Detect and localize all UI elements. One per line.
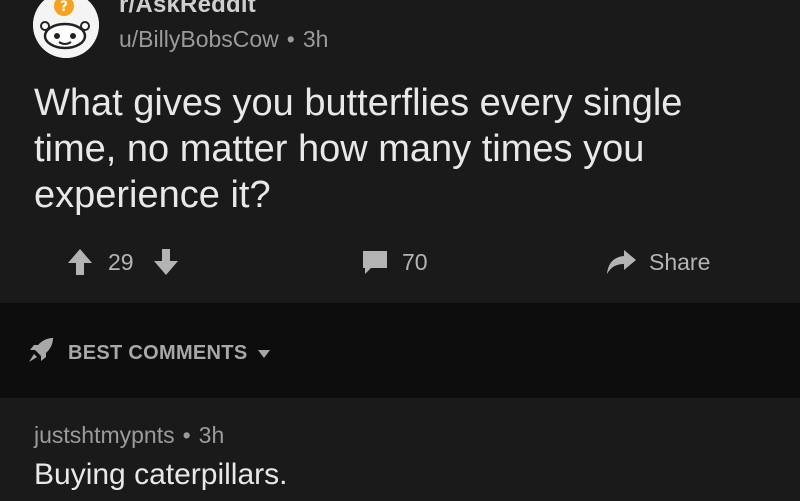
comments-button[interactable]: 70 xyxy=(360,240,428,284)
comment-author[interactable]: justshtmypnts xyxy=(34,422,175,448)
svg-text:?: ? xyxy=(60,0,68,15)
comment-meta: justshtmypnts • 3h xyxy=(34,422,224,449)
sort-dropdown[interactable]: BEST COMMENTS xyxy=(26,335,271,371)
post-card: ? r/AskReddit u/BillyBobsCow • 3h What giv… xyxy=(0,0,800,303)
comment-count: 70 xyxy=(402,248,428,275)
post-meta: u/BillyBobsCow • 3h xyxy=(119,26,328,53)
share-button[interactable]: Share xyxy=(605,240,710,284)
vote-count: 29 xyxy=(108,248,134,275)
arrow-down-icon[interactable] xyxy=(152,247,180,277)
comment-age: 3h xyxy=(198,422,225,448)
comment: justshtmypnts • 3h Buying caterpillars. xyxy=(0,398,800,501)
post-actions: 29 70 Share xyxy=(0,240,800,284)
meta-separator: • xyxy=(286,26,295,52)
comment-body: Buying caterpillars. xyxy=(34,458,288,491)
subreddit-name[interactable]: r/AskReddit xyxy=(119,0,256,19)
arrow-up-icon[interactable] xyxy=(66,247,94,277)
sort-label: BEST COMMENTS xyxy=(68,341,248,364)
comment-sort-bar: BEST COMMENTS xyxy=(0,303,800,398)
post-title[interactable]: What gives you butterflies every single … xyxy=(34,80,734,218)
rocket-icon xyxy=(26,335,56,371)
caret-down-icon xyxy=(257,342,271,365)
post-age: 3h xyxy=(302,26,329,52)
vote-controls: 29 xyxy=(66,240,180,284)
comment-bubble-icon xyxy=(360,247,390,277)
reddit-alien-avatar-icon[interactable]: ? xyxy=(33,0,99,58)
comment-meta-separator: • xyxy=(182,422,191,448)
share-label: Share xyxy=(649,248,711,275)
share-arrow-icon xyxy=(605,247,637,277)
reddit-post-page: ? r/AskReddit u/BillyBobsCow • 3h What giv… xyxy=(0,0,800,501)
post-author[interactable]: u/BillyBobsCow xyxy=(119,26,279,52)
